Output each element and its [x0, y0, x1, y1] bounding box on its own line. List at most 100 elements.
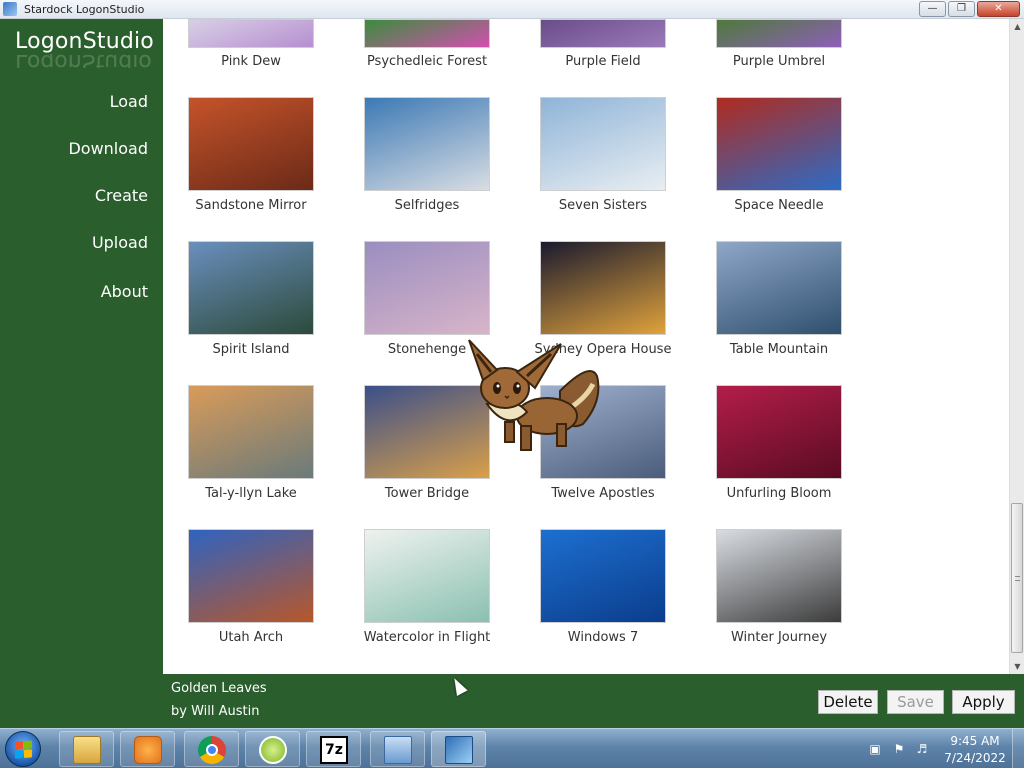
theme-name: Tower Bridge	[384, 486, 470, 501]
save-button[interactable]: Save	[887, 690, 944, 714]
clock-time[interactable]: 9:45 AM	[945, 734, 1005, 748]
theme-tile[interactable]: Pink Dew	[163, 19, 339, 69]
theme-name: Watercolor in Flight	[363, 630, 491, 645]
theme-name: Selfridges	[394, 198, 460, 213]
window-title: Stardock LogonStudio	[24, 3, 145, 16]
theme-thumbnail	[188, 529, 314, 623]
control-panel-icon	[384, 736, 412, 764]
theme-thumbnail	[540, 529, 666, 623]
theme-name: Windows 7	[567, 630, 639, 645]
sidebar-item-download[interactable]: Download	[68, 139, 148, 158]
file-explorer-icon	[73, 736, 101, 764]
theme-name: Seven Sisters	[558, 198, 648, 213]
windows-logo-icon	[15, 740, 32, 759]
scroll-down-arrow-icon[interactable]: ▼	[1010, 659, 1024, 674]
title-bar: Stardock LogonStudio — ❐ ✕	[0, 0, 1024, 19]
theme-thumbnail	[188, 19, 314, 48]
theme-thumbnail	[188, 97, 314, 191]
theme-name: Space Needle	[734, 198, 824, 213]
theme-tile[interactable]: Winter Journey	[691, 529, 867, 645]
theme-thumbnail	[364, 97, 490, 191]
taskbar: 7z ▣ ⚑ ♬ 9:45 AM 7/24/2022	[0, 728, 1024, 768]
taskbar-chrome[interactable]	[184, 731, 239, 767]
sidebar-item-upload[interactable]: Upload	[92, 233, 148, 252]
app-icon	[3, 2, 17, 16]
theme-name: Utah Arch	[218, 630, 284, 645]
theme-thumbnail	[540, 241, 666, 335]
app-logo-reflection: LogonStudio	[15, 54, 152, 68]
7zip-icon: 7z	[320, 736, 348, 764]
theme-name: Table Mountain	[729, 342, 829, 357]
sidebar-item-create[interactable]: Create	[95, 186, 148, 205]
selection-bar: Golden Leaves by Will Austin Delete Save…	[163, 674, 1024, 728]
theme-tile[interactable]: Selfridges	[339, 97, 515, 213]
system-tray: ▣ ⚑ ♬ 9:45 AM 7/24/2022	[862, 729, 1024, 768]
theme-name: Winter Journey	[730, 630, 828, 645]
green-app-icon	[259, 736, 287, 764]
theme-thumbnail	[716, 241, 842, 335]
selected-theme-author: by Will Austin	[171, 704, 260, 719]
volume-icon[interactable]: ♬	[915, 742, 929, 756]
theme-tile[interactable]: Unfurling Bloom	[691, 385, 867, 501]
theme-name: Spirit Island	[212, 342, 290, 357]
taskbar-7zip[interactable]: 7z	[306, 731, 361, 767]
sidebar: LogonStudio LogonStudio Load Download Cr…	[0, 19, 163, 728]
theme-thumbnail	[540, 19, 666, 48]
taskbar-logonstudio[interactable]	[431, 731, 486, 767]
maximize-button[interactable]: ❐	[948, 1, 975, 17]
window-controls: — ❐ ✕	[919, 1, 1020, 17]
theme-thumbnail	[540, 97, 666, 191]
theme-tile[interactable]: Seven Sisters	[515, 97, 691, 213]
scrollbar-thumb[interactable]	[1011, 503, 1023, 653]
gallery-scrollbar[interactable]: ▲ ▼	[1009, 19, 1024, 674]
theme-name: Unfurling Bloom	[726, 486, 832, 501]
delete-button[interactable]: Delete	[818, 690, 878, 714]
taskbar-file-explorer[interactable]	[59, 731, 114, 767]
theme-tile[interactable]: Purple Field	[515, 19, 691, 69]
app-logo: LogonStudio	[15, 29, 154, 54]
theme-tile[interactable]: Space Needle	[691, 97, 867, 213]
scroll-up-arrow-icon[interactable]: ▲	[1010, 19, 1024, 34]
theme-thumbnail	[364, 241, 490, 335]
chrome-icon	[198, 736, 226, 764]
scrollbar-grip-icon	[1015, 576, 1020, 581]
taskbar-green-app[interactable]	[245, 731, 300, 767]
action-center-flag-icon[interactable]: ⚑	[892, 742, 906, 756]
theme-name: Psychedleic Forest	[366, 54, 488, 69]
theme-thumbnail	[364, 529, 490, 623]
theme-tile[interactable]: Windows 7	[515, 529, 691, 645]
theme-name: Purple Field	[565, 54, 641, 69]
theme-thumbnail	[716, 97, 842, 191]
selected-theme-name: Golden Leaves	[171, 681, 267, 696]
theme-name: Purple Umbrel	[732, 54, 826, 69]
theme-thumbnail	[716, 385, 842, 479]
start-button[interactable]	[5, 731, 41, 767]
show-desktop-button[interactable]	[1012, 729, 1024, 768]
theme-tile[interactable]: Utah Arch	[163, 529, 339, 645]
clock-date[interactable]: 7/24/2022	[941, 751, 1009, 765]
taskbar-control-panel[interactable]	[370, 731, 425, 767]
theme-name: Tal-y-llyn Lake	[205, 486, 297, 501]
theme-thumbnail	[188, 241, 314, 335]
theme-tile[interactable]: Purple Umbrel	[691, 19, 867, 69]
theme-tile[interactable]: Psychedleic Forest	[339, 19, 515, 69]
theme-name: Twelve Apostles	[551, 486, 655, 501]
theme-thumbnail	[188, 385, 314, 479]
logonstudio-icon	[445, 736, 473, 764]
theme-tile[interactable]: Watercolor in Flight	[339, 529, 515, 645]
apply-button[interactable]: Apply	[952, 690, 1015, 714]
theme-tile[interactable]: Spirit Island	[163, 241, 339, 357]
fox-sprite-overlay	[468, 339, 600, 451]
theme-tile[interactable]: Sandstone Mirror	[163, 97, 339, 213]
network-icon[interactable]: ▣	[868, 742, 882, 756]
close-button[interactable]: ✕	[977, 1, 1020, 17]
sidebar-item-load[interactable]: Load	[110, 92, 148, 111]
sidebar-item-about[interactable]: About	[101, 282, 148, 301]
theme-tile[interactable]: Table Mountain	[691, 241, 867, 357]
theme-thumbnail	[364, 19, 490, 48]
theme-tile[interactable]: Tal-y-llyn Lake	[163, 385, 339, 501]
minimize-button[interactable]: —	[919, 1, 946, 17]
taskbar-media-player[interactable]	[120, 731, 175, 767]
media-player-icon	[134, 736, 162, 764]
theme-name: Pink Dew	[221, 54, 281, 69]
